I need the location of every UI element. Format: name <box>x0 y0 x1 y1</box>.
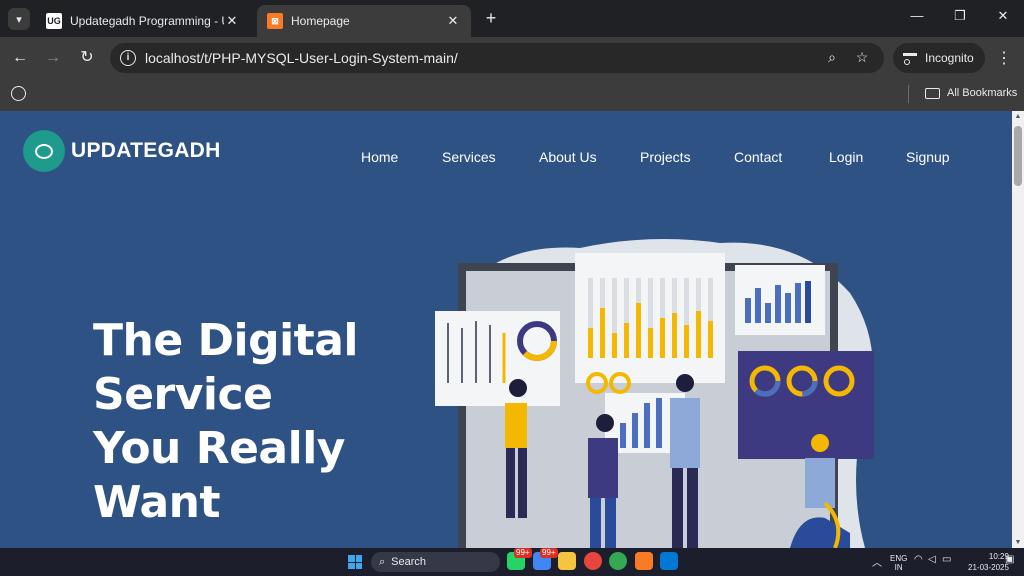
file-explorer-icon[interactable] <box>558 552 576 570</box>
tray-chevron-icon[interactable]: ︿ <box>872 554 882 569</box>
taskbar-search[interactable]: ⌕ Search <box>371 552 500 572</box>
search-label: Search <box>391 556 427 568</box>
back-arrow-icon[interactable]: ← <box>10 48 30 68</box>
site-logo[interactable]: UPDATEGADH <box>23 130 221 172</box>
windows-taskbar: ⌕ Search 99+ 99+ ︿ ENG IN ◠ ◁ ▭ 10:29 21… <box>0 548 1024 576</box>
folder-icon[interactable] <box>925 88 940 99</box>
forward-arrow-icon[interactable]: → <box>43 48 63 68</box>
chrome-incognito-icon[interactable] <box>609 552 627 570</box>
xampp-favicon-icon: ⊠ <box>267 13 283 29</box>
window-close-icon[interactable]: ✕ <box>988 8 1018 24</box>
hero-heading: The Digital Service You Really Want <box>93 314 359 530</box>
close-tab-icon[interactable]: ✕ <box>445 13 461 29</box>
scroll-up-arrow-icon[interactable]: ▲ <box>1014 113 1022 120</box>
bookmark-star-icon[interactable]: ☆ <box>853 49 871 66</box>
nav-projects[interactable]: Projects <box>640 149 691 165</box>
tab-search-chevron-icon[interactable]: ▾ <box>8 8 30 30</box>
windows-start-icon[interactable] <box>348 555 362 569</box>
volume-icon[interactable]: ◁ <box>928 554 936 565</box>
new-tab-plus-icon[interactable]: + <box>480 8 502 29</box>
search-icon: ⌕ <box>379 555 386 568</box>
url-text[interactable]: localhost/t/PHP-MYSQL-User-Login-System-… <box>145 50 458 66</box>
scroll-thumb[interactable] <box>1014 126 1022 186</box>
hero-line: Want <box>93 477 221 528</box>
reload-icon[interactable]: ↻ <box>77 48 97 68</box>
site-info-icon[interactable]: i <box>120 50 136 66</box>
hero-line: You Really <box>93 423 345 474</box>
browser-toolbar: ← → ↻ i localhost/t/PHP-MYSQL-User-Login… <box>0 37 1024 79</box>
page-scrollbar[interactable]: ▲ ▼ <box>1012 111 1024 548</box>
hero-line: The Digital <box>93 315 359 366</box>
chat-bubble-icon <box>23 130 65 172</box>
notification-badge: 99+ <box>540 548 558 558</box>
system-clock[interactable]: 10:29 21-03-2025 <box>968 551 1009 573</box>
menu-kebab-icon[interactable]: ⋮ <box>996 48 1012 68</box>
battery-icon[interactable]: ▭ <box>942 554 951 565</box>
nav-services[interactable]: Services <box>442 149 496 165</box>
zoom-search-icon[interactable]: ⌕ <box>823 49 841 66</box>
clock-date: 21-03-2025 <box>968 563 1009 572</box>
vscode-icon[interactable] <box>660 552 678 570</box>
incognito-label: Incognito <box>925 51 974 65</box>
globe-icon[interactable] <box>11 86 26 101</box>
notification-badge: 99+ <box>514 548 532 558</box>
minimize-icon[interactable]: — <box>902 8 932 23</box>
whatsapp-icon[interactable]: 99+ <box>507 548 532 570</box>
language-indicator[interactable]: ENG IN <box>890 554 907 572</box>
all-bookmarks-link[interactable]: All Bookmarks <box>947 87 1017 99</box>
restore-icon[interactable]: ❐ <box>945 8 975 24</box>
tab-title: Homepage <box>291 14 350 28</box>
scroll-down-arrow-icon[interactable]: ▼ <box>1014 539 1022 546</box>
nav-contact[interactable]: Contact <box>734 149 782 165</box>
hero-line: Service <box>93 369 273 420</box>
tab-homepage[interactable]: ⊠ Homepage ✕ <box>257 5 471 37</box>
incognito-badge[interactable]: Incognito <box>893 43 985 73</box>
address-bar[interactable]: i localhost/t/PHP-MYSQL-User-Login-Syste… <box>110 43 884 73</box>
logo-text: UPDATEGADH <box>71 139 221 162</box>
clock-time: 10:29 <box>988 552 1009 561</box>
web-page: UPDATEGADH Home Services About Us Projec… <box>0 111 1012 548</box>
tab-strip: ▾ UG Updategadh Programming - Upda ✕ ⊠ H… <box>0 0 1024 37</box>
xampp-icon[interactable] <box>635 552 653 570</box>
incognito-icon <box>903 53 917 65</box>
hero-illustration <box>435 239 874 548</box>
updategadh-favicon-icon: UG <box>46 13 62 29</box>
notifications-icon[interactable]: ▣ <box>1005 554 1014 565</box>
bookmarks-divider <box>908 85 909 103</box>
nav-login[interactable]: Login <box>829 149 863 165</box>
nav-signup[interactable]: Signup <box>906 149 950 165</box>
tab-title: Updategadh Programming - Upda <box>70 14 224 28</box>
chrome-profile-icon[interactable]: 99+ <box>533 548 558 570</box>
chrome-icon[interactable] <box>584 552 602 570</box>
nav-about-us[interactable]: About Us <box>539 149 597 165</box>
tab-updategadh[interactable]: UG Updategadh Programming - Upda ✕ <box>36 5 250 37</box>
lang-text: ENG <box>890 554 908 563</box>
wifi-icon[interactable]: ◠ <box>914 554 923 565</box>
nav-home[interactable]: Home <box>361 149 398 165</box>
region-text: IN <box>894 563 903 572</box>
close-tab-icon[interactable]: ✕ <box>224 13 240 29</box>
bookmarks-bar: All Bookmarks <box>0 79 1024 111</box>
